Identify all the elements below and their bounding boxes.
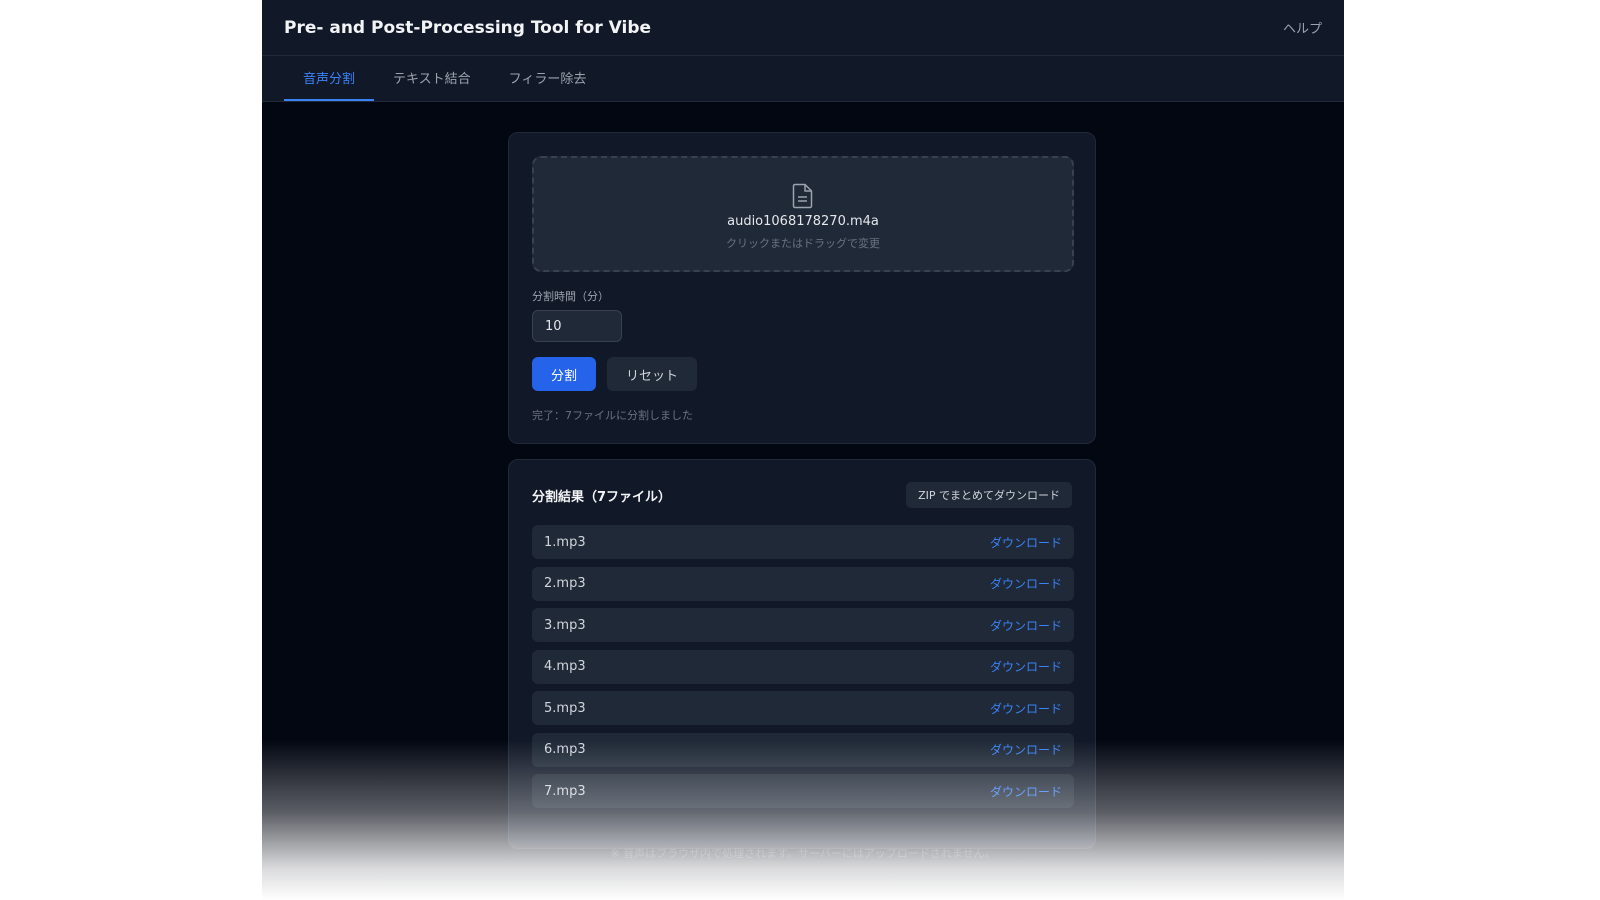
help-link[interactable]: ヘルプ: [1283, 18, 1322, 37]
file-row: 6.mp3 ダウンロード: [532, 732, 1074, 767]
download-link[interactable]: ダウンロード: [990, 617, 1062, 634]
file-text-icon: [792, 183, 814, 213]
download-link[interactable]: ダウンロード: [990, 575, 1062, 592]
split-minutes-label: 分割時間（分）: [532, 290, 609, 303]
file-row: 7.mp3 ダウンロード: [532, 774, 1074, 808]
file-dropzone[interactable]: audio1068178270.m4a クリックまたはドラッグで変更: [532, 156, 1074, 272]
file-row-name: 5.mp3: [544, 700, 586, 716]
file-row: 5.mp3 ダウンロード: [532, 691, 1074, 725]
tab-filler-removal[interactable]: フィラー除去: [490, 56, 606, 101]
file-row-name: 1.mp3: [544, 534, 586, 550]
download-link[interactable]: ダウンロード: [990, 783, 1062, 800]
split-minutes-input[interactable]: [532, 310, 622, 342]
tab-text-merge[interactable]: テキスト結合: [374, 56, 490, 101]
download-link[interactable]: ダウンロード: [990, 658, 1062, 675]
download-link[interactable]: ダウンロード: [990, 700, 1062, 717]
app-window: Pre- and Post-Processing Tool for Vibe ヘ…: [262, 0, 1344, 900]
file-row-name: 7.mp3: [544, 783, 586, 799]
file-row-name: 6.mp3: [544, 742, 586, 757]
file-row: 4.mp3 ダウンロード: [532, 649, 1074, 684]
selected-file-name: audio1068178270.m4a: [727, 214, 879, 229]
tab-audio-split[interactable]: 音声分割: [284, 56, 375, 101]
tab-bar: 音声分割 テキスト結合 フィラー除去: [262, 56, 1344, 102]
results-title: 分割結果（7ファイル）: [532, 490, 672, 505]
results-card: 分割結果（7ファイル） ZIP でまとめてダウンロード 1.mp3 ダウンロード…: [508, 459, 1096, 849]
file-row-name: 4.mp3: [544, 659, 586, 674]
download-link[interactable]: ダウンロード: [990, 741, 1062, 758]
file-row: 3.mp3 ダウンロード: [532, 608, 1074, 642]
split-status-text: 完了：7ファイルに分割しました: [532, 409, 693, 422]
reset-button[interactable]: リセット: [607, 357, 697, 391]
split-button[interactable]: 分割: [532, 357, 596, 391]
zip-download-button[interactable]: ZIP でまとめてダウンロード: [906, 482, 1072, 508]
download-link[interactable]: ダウンロード: [990, 534, 1062, 551]
file-row: 2.mp3 ダウンロード: [532, 566, 1074, 601]
dropzone-hint: クリックまたはドラッグで変更: [726, 237, 880, 250]
app-header: Pre- and Post-Processing Tool for Vibe ヘ…: [262, 0, 1344, 56]
split-card: audio1068178270.m4a クリックまたはドラッグで変更 分割時間（…: [508, 132, 1096, 444]
file-list: 1.mp3 ダウンロード 2.mp3 ダウンロード 3.mp3 ダウンロード 4…: [532, 525, 1074, 816]
file-row-name: 3.mp3: [544, 617, 586, 633]
app-title: Pre- and Post-Processing Tool for Vibe: [284, 17, 652, 38]
footer-note: ※ 音声はブラウザ内で処理されます。サーバーにはアップロードされません。: [610, 847, 996, 860]
file-row: 1.mp3 ダウンロード: [532, 525, 1074, 559]
file-row-name: 2.mp3: [544, 576, 586, 591]
